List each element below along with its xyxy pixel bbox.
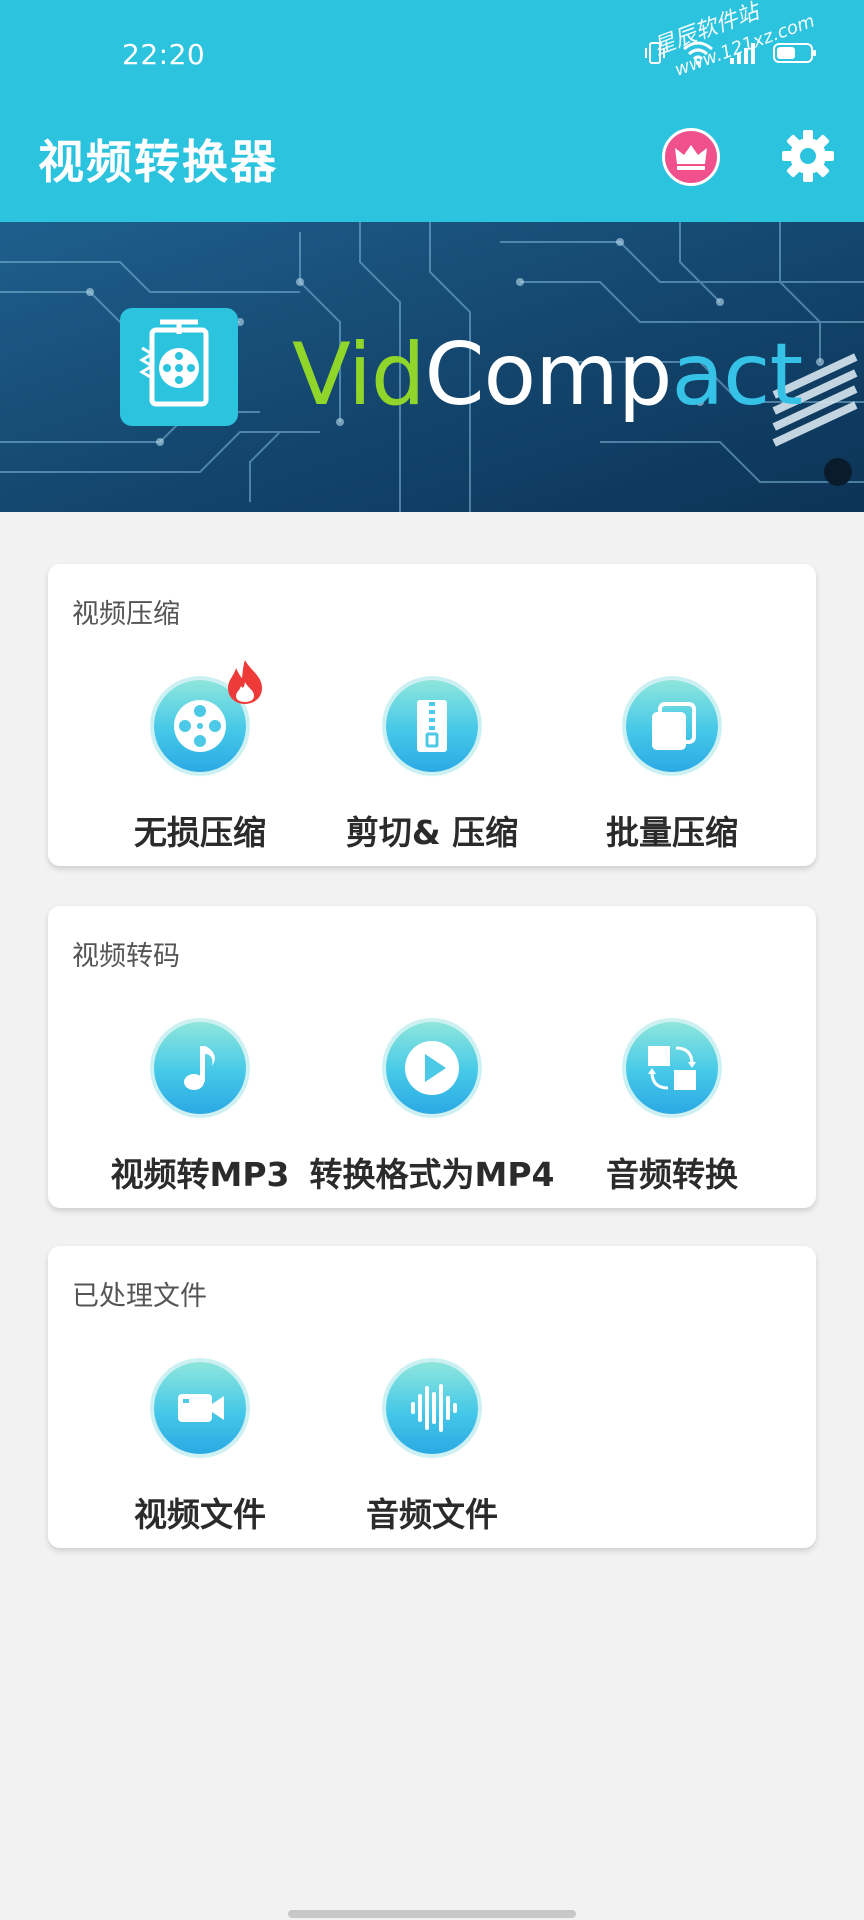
vidcompact-logo: [120, 308, 238, 426]
brand-part1: Vid: [292, 325, 425, 425]
settings-gear-icon[interactable]: [780, 128, 836, 184]
home-indicator[interactable]: [288, 1910, 576, 1918]
page-title: 视频转换器: [38, 135, 278, 189]
stacked-copies-icon: [652, 702, 696, 750]
tile-icon-circle: [386, 1362, 478, 1454]
tile-icon-circle: [626, 1022, 718, 1114]
compress-reel-icon: [139, 319, 209, 407]
tile-cut-compress[interactable]: 剪切& 压缩: [322, 680, 542, 854]
tile-label: 音频转换: [606, 1155, 738, 1194]
crown-icon: [675, 145, 707, 170]
vip-button[interactable]: [662, 128, 720, 186]
brand-wordmark: VidCompact: [292, 332, 803, 418]
tile-convert-to-mp4[interactable]: 转换格式为MP4: [310, 1022, 555, 1196]
section-card-processed-files: 已处理文件 视频文件 音频文件: [48, 1246, 816, 1548]
tile-label: 视频文件: [134, 1495, 266, 1534]
tile-icon-circle: [154, 660, 262, 772]
section-card-video-transcode: 视频转码 视频转MP3 转换格式为MP4 音频转换: [48, 906, 816, 1208]
play-icon: [405, 1041, 459, 1095]
music-note-icon: [184, 1046, 215, 1090]
tile-icon-circle: [386, 680, 478, 772]
section-title: 视频转码: [72, 941, 180, 972]
swap-icon: [648, 1046, 696, 1090]
film-reel-icon: [174, 700, 226, 752]
tile-video-files[interactable]: 视频文件: [90, 1362, 310, 1536]
section-card-video-compress: 视频压缩 无损压缩 剪切& 压缩 批量压缩: [48, 564, 816, 866]
section-title: 视频压缩: [72, 599, 180, 630]
audio-wave-icon: [411, 1384, 457, 1432]
tile-icon-circle: [154, 1362, 246, 1454]
zip-file-icon: [417, 700, 447, 752]
tile-lossless-compress[interactable]: 无损压缩: [90, 660, 310, 854]
tile-label: 批量压缩: [606, 813, 738, 852]
tile-label: 视频转MP3: [110, 1155, 290, 1194]
tile-video-to-mp3[interactable]: 视频转MP3: [90, 1022, 310, 1196]
video-camera-icon: [178, 1394, 224, 1422]
tile-label: 音频文件: [366, 1495, 498, 1534]
tile-icon-circle: [386, 1022, 478, 1114]
section-title: 已处理文件: [72, 1281, 207, 1312]
tile-icon-circle: [626, 680, 718, 772]
tile-label: 无损压缩: [134, 813, 266, 852]
app-header: 22:20 星辰软件站 www.121xz.com 视频转换器: [0, 0, 864, 222]
tile-audio-convert[interactable]: 音频转换: [562, 1022, 782, 1196]
hot-fire-icon: [228, 660, 262, 704]
tile-audio-files[interactable]: 音频文件: [322, 1362, 542, 1536]
tile-label: 转换格式为MP4: [309, 1155, 555, 1194]
status-time: 22:20: [122, 38, 206, 71]
brand-part3: act: [671, 325, 803, 425]
tile-label: 剪切& 压缩: [345, 813, 519, 852]
brand-part2: Comp: [424, 325, 672, 425]
promo-banner[interactable]: VidCompact: [0, 222, 864, 512]
tile-icon-circle: [154, 1022, 246, 1114]
tile-batch-compress[interactable]: 批量压缩: [562, 680, 782, 854]
